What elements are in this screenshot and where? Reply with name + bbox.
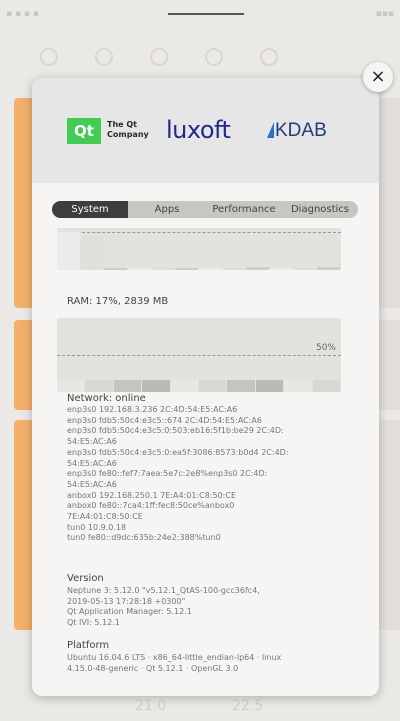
background-widget xyxy=(378,320,400,410)
ram-chart: 50% xyxy=(57,318,341,392)
status-bar: ▪ ▪ ▪ ▪ ▪▪▪ xyxy=(0,0,400,30)
qt-logo: Qt xyxy=(67,118,101,144)
kdab-sail-icon xyxy=(267,122,274,138)
tab-diagnostics[interactable]: Diagnostics xyxy=(282,201,358,218)
luxoft-logo: luxoft xyxy=(166,116,231,144)
kdab-logo: KDAB xyxy=(267,120,327,142)
close-button[interactable]: × xyxy=(363,62,393,92)
ram-threshold-label: 50% xyxy=(315,343,336,353)
background-icon xyxy=(150,48,169,66)
version-title: Version xyxy=(67,573,104,584)
chart-history-cell xyxy=(170,380,198,392)
chart-history-cell xyxy=(312,380,340,392)
status-bar-right: ▪▪▪ xyxy=(375,9,394,19)
chart-history-cell xyxy=(175,268,198,270)
ram-label: RAM: 17%, 2839 MB xyxy=(67,296,169,307)
background-icon-row xyxy=(40,48,360,68)
chart-history-cell xyxy=(317,267,340,270)
status-bar-left: ▪ ▪ ▪ ▪ xyxy=(6,9,39,19)
background-value-left: 21.0 xyxy=(135,698,167,714)
ram-chart-threshold xyxy=(57,355,341,356)
background-icon xyxy=(95,48,114,66)
background-icon xyxy=(205,48,224,66)
chart-history-cell xyxy=(255,380,284,392)
chart-history-cell xyxy=(227,380,255,392)
network-title: Network: online xyxy=(67,393,146,404)
partner-logos-header: Qt The Qt Company luxoft KDAB xyxy=(32,78,379,183)
tab-apps[interactable]: Apps xyxy=(128,201,206,218)
chart-history-cell xyxy=(222,268,246,270)
background-icon xyxy=(260,48,279,66)
chart-history-cell xyxy=(199,268,222,270)
chart-history-cell xyxy=(57,232,80,270)
chart-history-cell xyxy=(151,267,175,270)
cpu-chart-threshold xyxy=(57,232,341,233)
chart-history-cell xyxy=(270,268,293,270)
chart-history-cell xyxy=(246,267,269,270)
chart-history-cell xyxy=(284,380,312,392)
chart-history-cell xyxy=(128,268,151,270)
chart-history-cell xyxy=(57,380,85,392)
drag-handle[interactable] xyxy=(168,13,244,15)
platform-details: Ubuntu 16.04.6 LTS · x86_64-little_endia… xyxy=(67,653,282,673)
version-details: Neptune 3: 5.12.0 "v5.12.1_QtAS-100-gcc3… xyxy=(67,586,260,628)
tab-bar: System Apps Performance Diagnostics xyxy=(52,201,358,218)
chart-history-cell xyxy=(142,380,170,392)
chart-history-cell xyxy=(293,268,317,270)
background-widget xyxy=(378,420,400,630)
cpu-chart xyxy=(57,228,341,270)
chart-history-cell xyxy=(104,268,127,270)
chart-history-cell xyxy=(80,236,104,270)
chart-history-cell xyxy=(113,380,142,392)
background-widget xyxy=(378,98,400,308)
background-icon xyxy=(40,48,58,66)
kdab-text: KDAB xyxy=(275,120,327,141)
tab-system[interactable]: System xyxy=(52,201,128,218)
qt-company-text: The Qt Company xyxy=(107,120,149,139)
chart-history-cell xyxy=(199,380,227,392)
platform-title: Platform xyxy=(67,640,110,651)
system-info-dialog: Qt The Qt Company luxoft KDAB System App… xyxy=(32,78,379,696)
tab-performance[interactable]: Performance xyxy=(206,201,282,218)
chart-history-cell xyxy=(85,380,113,392)
network-details: enp3s0 192.168.3.236 2C:4D:54:E5:AC:A6 e… xyxy=(67,405,289,543)
background-value-right: 22.5 xyxy=(232,698,264,714)
